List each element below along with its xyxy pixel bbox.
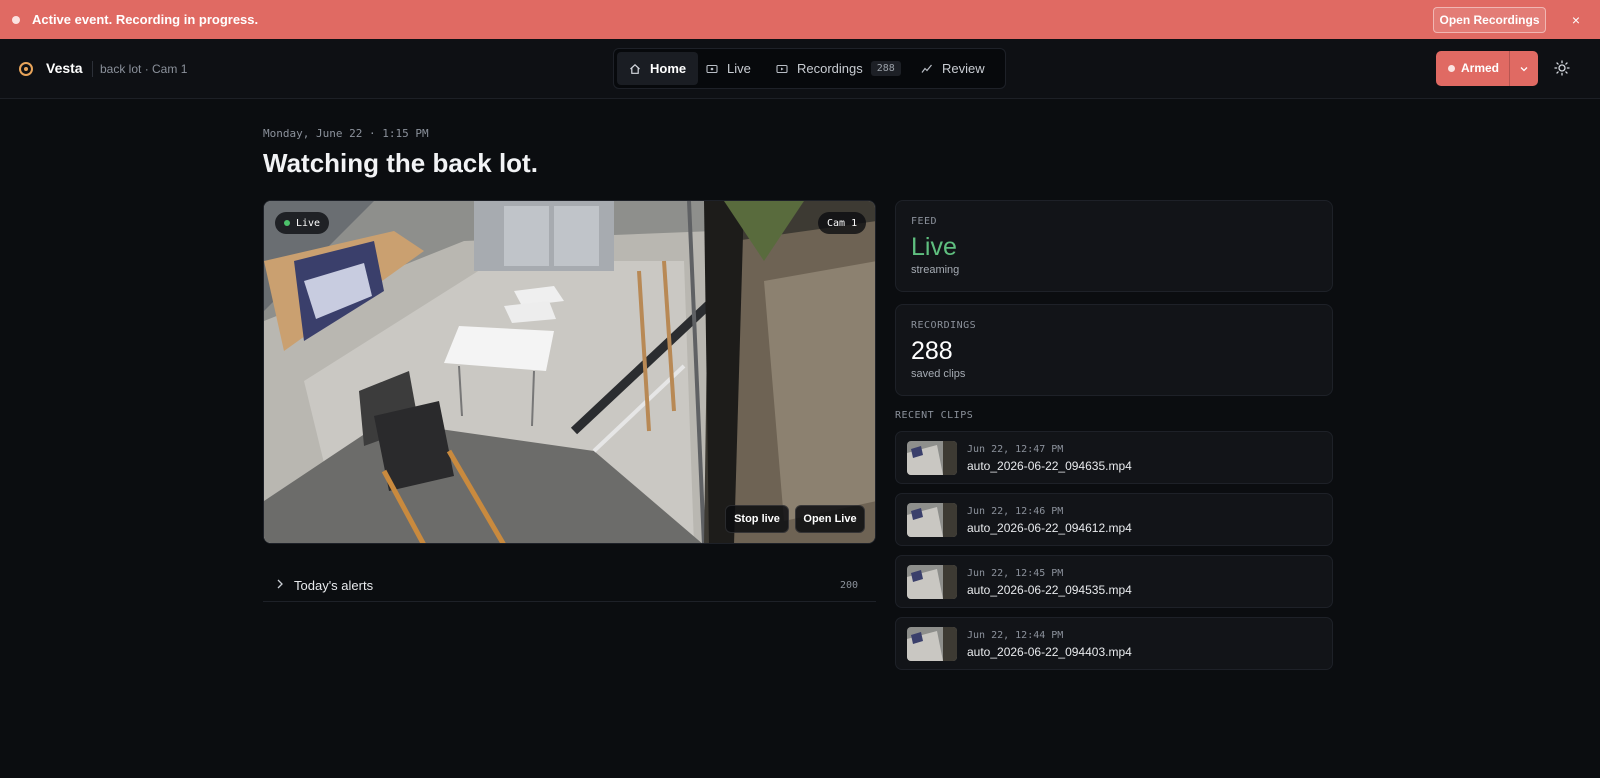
event-banner: Active event. Recording in progress. Ope… [0,0,1600,39]
camera-context: back lot · Cam 1 [100,62,188,76]
divider [92,61,93,77]
armed-button[interactable]: Armed [1461,61,1499,75]
close-icon[interactable]: × [1566,10,1586,30]
feed-key: FEED [911,216,938,227]
recordings-key: RECORDINGS [911,320,977,331]
clip-item[interactable]: Jun 22, 12:45 PM auto_2026-06-22_094535.… [895,555,1333,608]
clip-filename: auto_2026-06-22_094612.mp4 [967,521,1132,535]
target-icon [19,62,33,76]
clip-thumbnail [907,441,957,475]
clip-item[interactable]: Jun 22, 12:47 PM auto_2026-06-22_094635.… [895,431,1333,484]
main-nav: Home Live Recordings 288 Review [613,48,1006,89]
clip-filename: auto_2026-06-22_094403.mp4 [967,645,1132,659]
tab-home-label: Home [650,61,687,76]
clip-thumbnail [907,503,957,537]
feed-sub: streaming [911,264,960,276]
live-camera-feed[interactable]: Live Cam 1 Stop live Open Live [263,200,876,544]
banner-message: Active event. Recording in progress. [32,12,259,27]
camera-badge-label: Cam 1 [827,217,858,229]
current-datetime: Monday, June 22 · 1:15 PM [263,127,429,140]
chevron-right-icon [275,578,285,593]
activity-icon [921,63,933,75]
live-badge: Live [275,212,330,234]
tab-live[interactable]: Live [694,52,763,85]
todays-alerts-label: Today's alerts [294,578,374,593]
stop-live-button[interactable]: Stop live [725,505,789,533]
clip-item[interactable]: Jun 22, 12:46 PM auto_2026-06-22_094612.… [895,493,1333,546]
tab-home[interactable]: Home [617,52,699,85]
recordings-count-badge: 288 [870,61,901,76]
sun-icon[interactable] [1552,58,1572,78]
alerts-count: 200 [839,580,858,591]
open-live-button[interactable]: Open Live [795,505,865,533]
tab-recordings[interactable]: Recordings 288 [764,52,913,85]
recordings-value: 288 [911,337,953,365]
feed-status-card: FEED Live streaming [895,200,1333,292]
recording-dot-icon [12,16,20,24]
tab-review-label: Review [942,61,985,76]
camera-badge: Cam 1 [818,212,867,234]
armed-status-dot-icon [1448,65,1455,72]
feed-value: Live [911,233,957,261]
live-dot-icon [284,220,290,226]
open-recordings-button[interactable]: Open Recordings [1433,7,1546,33]
todays-alerts-row[interactable]: Today's alerts 200 [263,570,876,602]
armed-split-button: Armed [1436,51,1538,86]
page-title: Watching the back lot. [263,148,538,178]
brand-name[interactable]: Vesta [46,60,83,76]
clip-time: Jun 22, 12:47 PM [967,444,1064,455]
play-box-icon [776,63,788,75]
chevron-down-icon[interactable] [1510,51,1538,86]
camera-frame-image [264,201,875,543]
recordings-sub: saved clips [911,368,966,380]
recordings-stat-card[interactable]: RECORDINGS 288 saved clips [895,304,1333,396]
recent-clips-heading: RECENT CLIPS [895,410,974,421]
clip-filename: auto_2026-06-22_094635.mp4 [967,459,1132,473]
tab-review[interactable]: Review [909,52,997,85]
clip-filename: auto_2026-06-22_094535.mp4 [967,583,1132,597]
tab-recordings-label: Recordings [797,61,863,76]
clip-item[interactable]: Jun 22, 12:44 PM auto_2026-06-22_094403.… [895,617,1333,670]
clip-thumbnail [907,627,957,661]
live-badge-label: Live [296,217,321,229]
clip-time: Jun 22, 12:44 PM [967,630,1064,641]
clip-time: Jun 22, 12:45 PM [967,568,1064,579]
home-icon [629,63,641,75]
clip-time: Jun 22, 12:46 PM [967,506,1064,517]
monitor-icon [706,63,718,75]
clip-thumbnail [907,565,957,599]
tab-live-label: Live [727,61,751,76]
